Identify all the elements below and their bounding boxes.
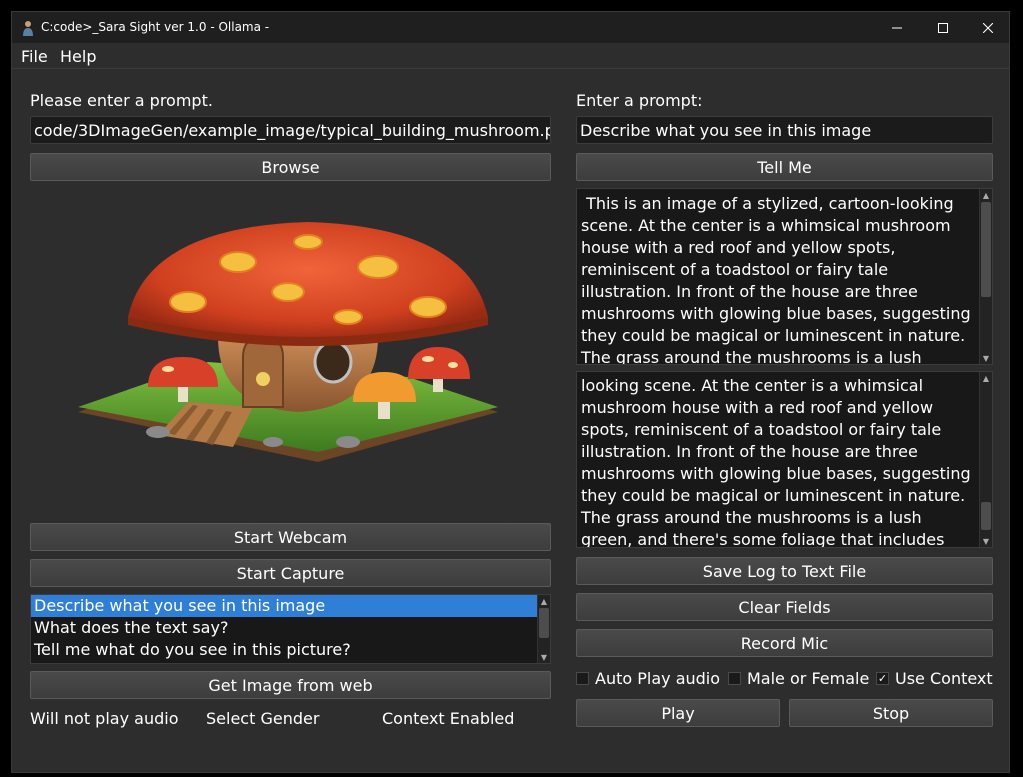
- title-bar[interactable]: C:code>_Sara Sight ver 1.0 - Ollama -: [12, 12, 1009, 43]
- scroll-thumb[interactable]: [539, 608, 549, 638]
- maximize-icon: [938, 22, 948, 33]
- record-mic-button[interactable]: Record Mic: [576, 629, 993, 657]
- scroll-up-arrow-icon[interactable]: ▲: [980, 189, 992, 201]
- list-item[interactable]: Describe what you see in this image: [31, 595, 550, 617]
- log-text: looking scene. At the center is a whimsi…: [581, 376, 971, 548]
- app-person-icon: [23, 21, 33, 36]
- response-textbox[interactable]: This is an image of a stylized, cartoon-…: [576, 188, 993, 365]
- checkbox-box[interactable]: [728, 671, 741, 685]
- auto-play-checkbox[interactable]: Auto Play audio: [576, 668, 720, 688]
- male-female-checkbox[interactable]: Male or Female: [728, 668, 869, 688]
- audio-status-label: Will not play audio: [30, 709, 179, 728]
- menu-help[interactable]: Help: [60, 47, 96, 66]
- scroll-down-arrow-icon[interactable]: ▼: [980, 535, 992, 547]
- scroll-up-arrow-icon[interactable]: ▲: [538, 595, 550, 607]
- maximize-button[interactable]: [920, 12, 966, 43]
- stop-button[interactable]: Stop: [789, 699, 993, 727]
- checkbox-box[interactable]: [576, 671, 589, 685]
- gender-status-label: Select Gender: [206, 709, 320, 728]
- prompt-list[interactable]: Describe what you see in this image What…: [30, 594, 551, 664]
- scroll-thumb[interactable]: [981, 502, 991, 530]
- window-title: C:code>_Sara Sight ver 1.0 - Ollama -: [41, 20, 270, 34]
- minimize-button[interactable]: [874, 12, 920, 43]
- prompt-list-scrollbar[interactable]: ▲ ▼: [537, 595, 550, 663]
- app-window: C:code>_Sara Sight ver 1.0 - Ollama - Fi…: [11, 11, 1010, 773]
- left-prompt-label: Please enter a prompt.: [30, 91, 213, 110]
- scroll-thumb[interactable]: [981, 202, 991, 297]
- start-capture-button[interactable]: Start Capture: [30, 559, 551, 587]
- log-textbox[interactable]: looking scene. At the center is a whimsi…: [576, 371, 993, 548]
- context-status-label: Context Enabled: [382, 709, 515, 728]
- right-prompt-label: Enter a prompt:: [576, 91, 703, 110]
- save-log-button[interactable]: Save Log to Text File: [576, 557, 993, 585]
- menu-bar: File Help: [12, 43, 1009, 69]
- minimize-icon: [892, 27, 902, 28]
- menu-file[interactable]: File: [21, 47, 48, 66]
- mushroom-house-image: [78, 222, 498, 462]
- response-scrollbar[interactable]: ▲ ▼: [979, 189, 992, 364]
- scroll-down-arrow-icon[interactable]: ▼: [980, 352, 992, 364]
- close-button[interactable]: [965, 12, 1011, 43]
- scroll-down-arrow-icon[interactable]: ▼: [538, 651, 550, 663]
- male-female-label: Male or Female: [747, 668, 870, 688]
- list-item[interactable]: What does the text say?: [31, 617, 550, 639]
- get-image-from-web-button[interactable]: Get Image from web: [30, 671, 551, 699]
- log-scrollbar[interactable]: ▲ ▼: [979, 372, 992, 547]
- scroll-up-arrow-icon[interactable]: ▲: [980, 372, 992, 384]
- list-item[interactable]: Tell me what do you see in this picture?: [31, 639, 550, 661]
- start-webcam-button[interactable]: Start Webcam: [30, 523, 551, 551]
- use-context-label: Use Context: [895, 668, 993, 688]
- use-context-checkbox[interactable]: ✓ Use Context: [876, 668, 993, 688]
- close-icon: [983, 22, 993, 33]
- tell-me-button[interactable]: Tell Me: [576, 153, 993, 181]
- prompt-input[interactable]: Describe what you see in this image: [576, 116, 993, 144]
- checkmark-icon[interactable]: ✓: [876, 671, 889, 685]
- auto-play-label: Auto Play audio: [595, 668, 721, 688]
- clear-fields-button[interactable]: Clear Fields: [576, 593, 993, 621]
- image-path-field[interactable]: code/3DImageGen/example_image/typical_bu…: [30, 116, 551, 144]
- browse-button[interactable]: Browse: [30, 153, 551, 181]
- response-text: This is an image of a stylized, cartoon-…: [581, 194, 971, 365]
- play-button[interactable]: Play: [576, 699, 780, 727]
